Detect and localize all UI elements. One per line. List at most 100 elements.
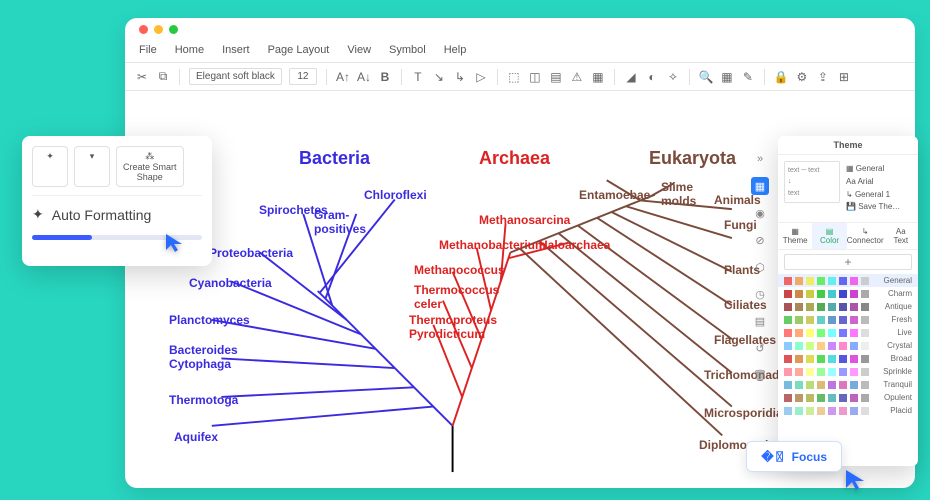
- connector-tool-icon[interactable]: ↳: [453, 70, 467, 84]
- cursor-icon: [164, 232, 186, 254]
- layers-strip-icon[interactable]: ▤: [751, 312, 769, 330]
- smart-shape-icon: ⁂: [145, 151, 154, 162]
- palette-list: GeneralCharmAntique Fresh LiveCrystalBroad…: [778, 274, 918, 417]
- close-icon[interactable]: [139, 25, 148, 34]
- label-methanobacterium: Methanobacterium: [439, 238, 546, 252]
- sparkle-icon: ✦: [32, 206, 44, 223]
- history-icon[interactable]: ↺: [751, 339, 769, 357]
- label-haloarchaea: Haloarchaea: [539, 238, 610, 252]
- window-titlebar: [125, 18, 915, 40]
- palette-label: Opulent: [884, 393, 912, 402]
- auto-formatting-label: Auto Formatting: [52, 207, 152, 223]
- focus-icon: �〿: [761, 448, 785, 465]
- link-icon[interactable]: ⊘: [751, 231, 769, 249]
- palette-antique[interactable]: Antique: [778, 300, 918, 313]
- palette-fresh[interactable]: Fresh: [778, 313, 918, 326]
- settings-icon[interactable]: ⚙: [795, 70, 809, 84]
- sparkle-icon: ✦: [46, 151, 54, 162]
- minimize-icon[interactable]: [154, 25, 163, 34]
- label-thermococcus: Thermococcus celer: [414, 283, 499, 311]
- cut-icon[interactable]: ✂: [135, 70, 149, 84]
- sparkle-button[interactable]: ✦: [32, 146, 68, 187]
- chevron-down-icon: ▾: [90, 151, 95, 162]
- font-increase-icon[interactable]: A↑: [336, 70, 350, 84]
- label-entamoebae: Entamoebae: [579, 188, 650, 202]
- label-bacteroides: Bacteroides Cytophaga: [169, 343, 238, 371]
- fill-icon[interactable]: ◢: [624, 70, 638, 84]
- auto-formatting-title[interactable]: ✦ Auto Formatting: [32, 196, 202, 231]
- menu-view[interactable]: View: [347, 44, 371, 56]
- focus-button[interactable]: �〿 Focus: [746, 441, 842, 472]
- menu-help[interactable]: Help: [444, 44, 467, 56]
- label-planctomyces: Planctomyces: [169, 313, 250, 327]
- pen-icon[interactable]: ✎: [741, 70, 755, 84]
- palette-label: Sprinkle: [883, 367, 912, 376]
- tab-theme[interactable]: ▦Theme: [778, 223, 812, 249]
- pointer-tool-icon[interactable]: ▷: [474, 70, 488, 84]
- bacteria-header: Bacteria: [299, 148, 370, 169]
- palette-charm[interactable]: Charm: [778, 287, 918, 300]
- palette-label: Fresh: [892, 315, 912, 324]
- create-smart-shape-button[interactable]: ⁂ Create Smart Shape: [116, 146, 184, 187]
- palette-general[interactable]: General: [778, 274, 918, 287]
- maximize-icon[interactable]: [169, 25, 178, 34]
- add-palette-button[interactable]: +: [784, 254, 912, 270]
- lock-icon[interactable]: 🔒: [774, 70, 788, 84]
- label-methanococcus: Methanococcus: [414, 263, 505, 277]
- palette-crystal[interactable]: Crystal: [778, 339, 918, 352]
- theme-tabs: ▦Theme ▤Color ↳Connector AaText: [778, 223, 918, 250]
- toolbar: ✂ ⧉ Elegant soft black 12 A↑ A↓ B T ↘ ↳ …: [125, 63, 915, 91]
- palette-live[interactable]: Live: [778, 326, 918, 339]
- font-size-select[interactable]: 12: [289, 68, 317, 85]
- archaea-header: Archaea: [479, 148, 550, 169]
- label-methanosarcina: Methanosarcina: [479, 213, 570, 227]
- palette-placid[interactable]: Placid: [778, 404, 918, 417]
- font-select[interactable]: Elegant soft black: [189, 68, 282, 85]
- export-icon[interactable]: ⇪: [816, 70, 830, 84]
- palette-opulent[interactable]: Opulent: [778, 391, 918, 404]
- copy-icon[interactable]: ⧉: [156, 70, 170, 84]
- palette-sprinkle[interactable]: Sprinkle: [778, 365, 918, 378]
- shape-icon[interactable]: ◫: [528, 70, 542, 84]
- layers-icon[interactable]: ⬚: [507, 70, 521, 84]
- palette-tranquil[interactable]: Tranquil: [778, 378, 918, 391]
- text-tool-icon[interactable]: T: [411, 70, 425, 84]
- menu-symbol[interactable]: Symbol: [389, 44, 426, 56]
- eukaryota-header: Eukaryota: [649, 148, 736, 169]
- label-cyanobacteria: Cyanobacteria: [189, 276, 272, 290]
- more-icon[interactable]: ⊞: [837, 70, 851, 84]
- shape-lib-icon[interactable]: ⬡: [751, 258, 769, 276]
- warning-icon[interactable]: ⚠: [570, 70, 584, 84]
- font-decrease-icon[interactable]: A↓: [357, 70, 371, 84]
- label-aquifex: Aquifex: [174, 430, 218, 444]
- tab-text[interactable]: AaText: [884, 223, 918, 249]
- collapse-icon[interactable]: »: [751, 150, 769, 168]
- tab-color[interactable]: ▤Color: [812, 223, 846, 249]
- search-icon[interactable]: 🔍: [699, 70, 713, 84]
- clock-icon[interactable]: ◷: [751, 285, 769, 303]
- cursor-icon: [844, 468, 868, 492]
- dropdown-button[interactable]: ▾: [74, 146, 110, 187]
- line-tool-icon[interactable]: ↘: [432, 70, 446, 84]
- delete-icon[interactable]: 🗑: [751, 366, 769, 384]
- menu-insert[interactable]: Insert: [222, 44, 250, 56]
- create-smart-label: Create Smart Shape: [123, 162, 177, 182]
- menu-page-layout[interactable]: Page Layout: [268, 44, 330, 56]
- paint-icon[interactable]: ◐: [645, 70, 659, 84]
- grid-icon[interactable]: ▦: [591, 70, 605, 84]
- grid-view-icon[interactable]: ▦: [751, 177, 769, 195]
- theme-preview: text ─ text↓text: [784, 161, 840, 203]
- menu-bar: File Home Insert Page Layout View Symbol…: [125, 40, 915, 63]
- bold-icon[interactable]: B: [378, 70, 392, 84]
- label-microsporidia: Microsporidia: [704, 406, 783, 420]
- label-thermotoga: Thermotoga: [169, 393, 238, 407]
- notes-icon[interactable]: ▤: [549, 70, 563, 84]
- palette-label: Tranquil: [883, 380, 912, 389]
- menu-home[interactable]: Home: [175, 44, 204, 56]
- crop-icon[interactable]: ⟡: [666, 70, 680, 84]
- table-icon[interactable]: ▦: [720, 70, 734, 84]
- menu-file[interactable]: File: [139, 44, 157, 56]
- palette-broad[interactable]: Broad: [778, 352, 918, 365]
- tab-connector[interactable]: ↳Connector: [847, 223, 884, 249]
- idea-icon[interactable]: ◉: [751, 204, 769, 222]
